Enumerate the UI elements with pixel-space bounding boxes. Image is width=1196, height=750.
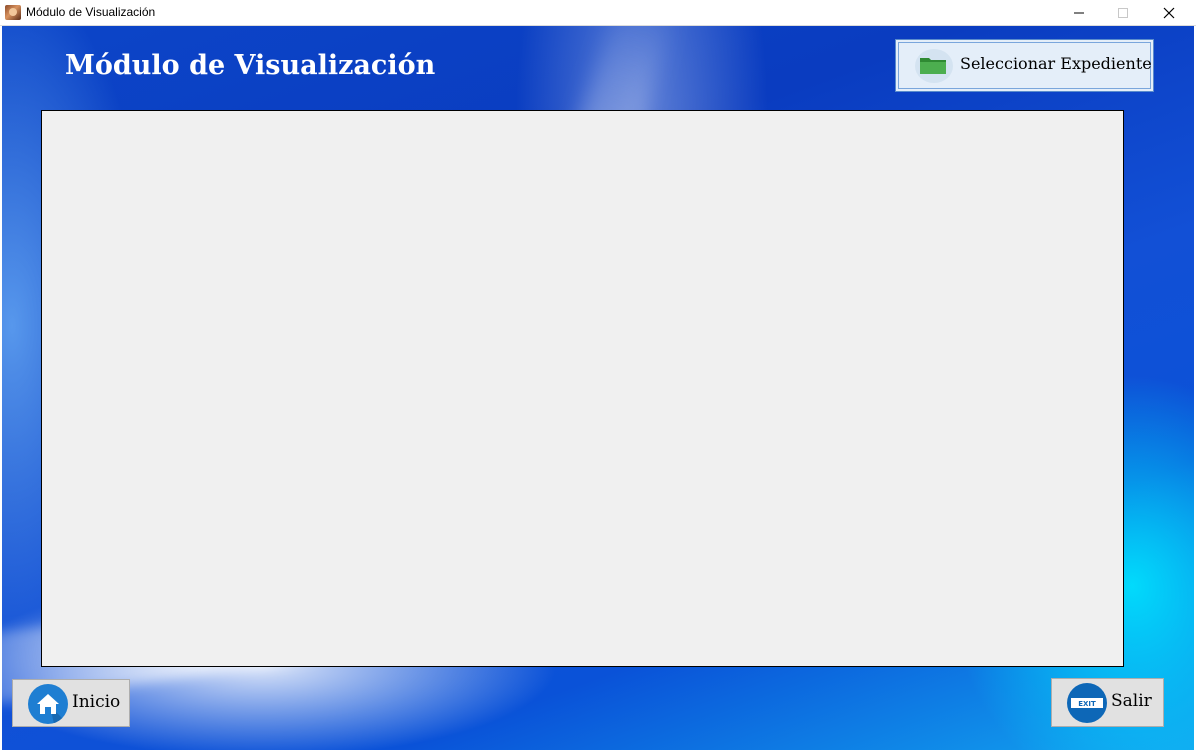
exit-button[interactable]: EXIT Salir: [1051, 678, 1164, 727]
select-file-label: Seleccionar Expediente: [960, 54, 1152, 73]
page-title: Módulo de Visualización: [65, 50, 436, 81]
select-file-button[interactable]: Seleccionar Expediente: [895, 39, 1154, 92]
home-icon: [28, 684, 68, 724]
folder-icon-badge: [915, 49, 953, 83]
main-panel: Módulo de Visualización Seleccionar Expe…: [2, 26, 1194, 750]
minimize-button[interactable]: [1056, 0, 1102, 26]
app-window: Módulo de Visualización Módulo de Visual…: [0, 0, 1196, 750]
exit-sign-icon: EXIT: [1067, 683, 1107, 723]
close-button[interactable]: [1146, 0, 1192, 26]
exit-sign-text: EXIT: [1078, 700, 1096, 708]
folder-icon: [920, 58, 946, 74]
minimize-icon: [1074, 12, 1084, 14]
home-button[interactable]: Inicio: [12, 679, 130, 727]
window-title: Módulo de Visualización: [26, 5, 156, 19]
maximize-icon: [1118, 8, 1128, 18]
document-viewer[interactable]: [41, 110, 1124, 667]
close-icon: [1163, 7, 1175, 19]
app-icon[interactable]: [5, 5, 21, 20]
title-bar[interactable]: Módulo de Visualización: [0, 0, 1196, 26]
exit-label: Salir: [1111, 691, 1152, 711]
home-label: Inicio: [72, 692, 121, 712]
maximize-button[interactable]: [1100, 0, 1146, 26]
